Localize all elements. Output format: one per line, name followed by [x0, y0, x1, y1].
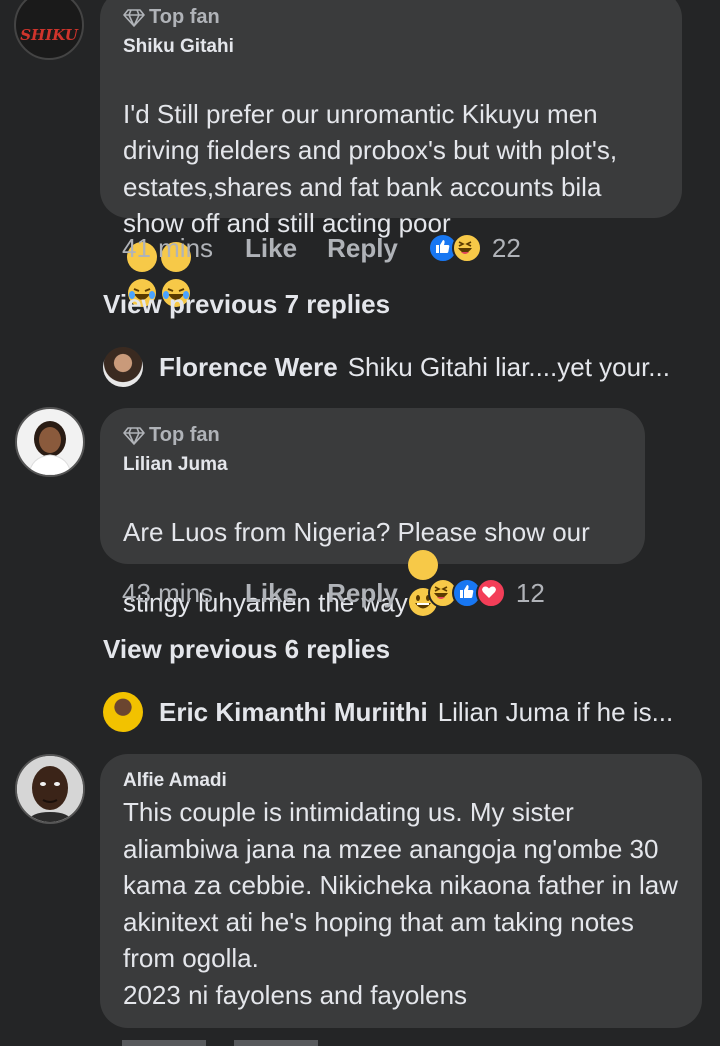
reply-author[interactable]: Florence Were: [159, 352, 338, 383]
view-previous-replies-link[interactable]: View previous 7 replies: [103, 289, 390, 320]
reaction-count: 12: [515, 577, 545, 608]
comment-actions: 41 mins Like Reply 22: [122, 230, 521, 266]
comment-author[interactable]: Lilian Juma: [123, 454, 228, 476]
love-reaction-icon: [475, 578, 506, 608]
like-button[interactable]: Like: [245, 233, 297, 264]
comment-text-content: I'd Still prefer our unromantic Kikuyu m…: [123, 98, 618, 239]
comment-bubble[interactable]: Top fan Lilian Juma Are Luos from Nigeri…: [100, 408, 645, 618]
reaction-count: 22: [491, 232, 521, 263]
avatar-logo-text: SHIKU: [20, 26, 78, 44]
reply-avatar[interactable]: [103, 692, 143, 732]
badge-label: Top fan: [149, 424, 220, 446]
comment-timestamp[interactable]: 41 mins: [122, 233, 213, 264]
reply-preview: Shiku Gitahi liar....yet your...: [347, 351, 670, 382]
comment-text: I'd Still prefer our unromantic Kikuyu m…: [123, 59, 668, 313]
top-fan-badge: Top fan: [123, 424, 220, 447]
badge-label: Top fan: [149, 6, 220, 28]
diamond-icon: [123, 426, 145, 445]
comment-actions: 43 mins Like Reply 12: [122, 575, 545, 611]
avatar[interactable]: [15, 407, 85, 477]
latest-reply[interactable]: Eric Kimanthi Muriithi Lilian Juma if he…: [103, 690, 673, 734]
comment-author[interactable]: Shiku Gitahi: [123, 36, 234, 58]
like-button[interactable]: Like: [245, 578, 297, 609]
haha-reaction-icon: [451, 233, 482, 263]
comment-bubble[interactable]: Alfie Amadi This couple is intimidating …: [100, 754, 702, 1028]
diamond-icon: [123, 8, 145, 27]
reply-button[interactable]: Reply: [327, 233, 398, 264]
comment-bubble[interactable]: Top fan Shiku Gitahi I'd Still prefer ou…: [100, 0, 682, 307]
latest-reply[interactable]: Florence Were Shiku Gitahi liar....yet y…: [103, 345, 670, 389]
comment-text: This couple is intimidating us. My siste…: [123, 797, 678, 1010]
reply-button[interactable]: Reply: [327, 578, 398, 609]
reply-author[interactable]: Eric Kimanthi Muriithi: [159, 697, 428, 728]
view-previous-replies-link[interactable]: View previous 6 replies: [103, 634, 390, 665]
top-fan-badge: Top fan: [123, 6, 220, 29]
comment-timestamp[interactable]: 43 mins: [122, 578, 213, 609]
next-comment-peek: [122, 1040, 402, 1046]
avatar[interactable]: [15, 754, 85, 824]
reactions-summary[interactable]: 12: [427, 577, 545, 609]
comment-author[interactable]: Alfie Amadi: [123, 770, 227, 792]
reply-avatar[interactable]: [103, 347, 143, 387]
avatar[interactable]: SHIKU: [14, 0, 84, 60]
reply-preview: Lilian Juma if he is...: [437, 696, 674, 727]
reactions-summary[interactable]: 22: [427, 232, 521, 264]
